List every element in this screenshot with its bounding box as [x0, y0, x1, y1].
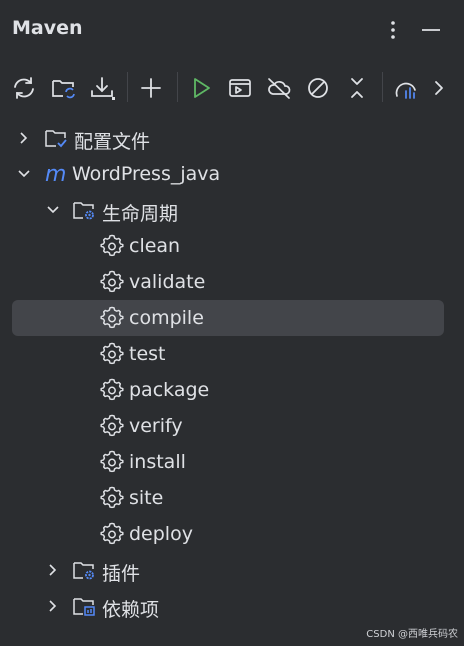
lifecycle-goal-install[interactable]: install [12, 444, 444, 480]
download-icon[interactable] [88, 74, 116, 102]
goal-label: package [129, 379, 210, 401]
gear-icon [100, 486, 124, 509]
lifecycle-goal-compile[interactable]: compile [12, 300, 444, 336]
lifecycle-goal-clean[interactable]: clean [12, 228, 444, 264]
profiles-label: 配置文件 [74, 131, 151, 153]
gear-icon [100, 414, 124, 437]
goal-label: clean [129, 235, 181, 257]
toolbar-separator [127, 72, 128, 102]
goal-label: install [129, 451, 186, 473]
chevron-right-icon[interactable] [45, 598, 61, 614]
plugins-label: 插件 [102, 563, 141, 585]
offline-icon[interactable] [265, 74, 293, 102]
tree-node-plugins[interactable]: 插件 [12, 552, 444, 588]
chevron-right-icon[interactable] [45, 562, 61, 578]
goal-label: deploy [129, 523, 193, 545]
gear-icon [100, 342, 124, 365]
gear-icon [100, 234, 124, 257]
gear-icon [100, 270, 124, 293]
lifecycle-goal-test[interactable]: test [12, 336, 444, 372]
collapse-icon[interactable] [343, 74, 371, 102]
dependencies-folder-icon [73, 598, 95, 616]
add-folder-sync-icon[interactable] [50, 74, 78, 102]
watermark: CSDN @西唯兵码农 [366, 629, 458, 640]
reload-icon[interactable] [10, 74, 38, 102]
lifecycle-goal-package[interactable]: package [12, 372, 444, 408]
execute-goal-icon[interactable] [226, 74, 254, 102]
panel-header: Maven [0, 0, 464, 60]
lifecycle-label: 生命周期 [102, 203, 179, 225]
goal-label: validate [129, 271, 206, 293]
gear-icon [100, 522, 124, 545]
skip-tests-icon[interactable] [304, 74, 332, 102]
toolbar-separator [382, 72, 383, 102]
gear-icon [100, 306, 124, 329]
goal-label: test [129, 343, 166, 365]
chevron-right-icon[interactable] [16, 130, 32, 146]
more-options-icon[interactable] [381, 18, 405, 42]
lifecycle-folder-icon [73, 202, 94, 220]
profiles-folder-icon [45, 130, 67, 148]
goal-label: site [129, 487, 164, 509]
analyze-deps-icon[interactable] [392, 74, 420, 102]
chevron-down-icon[interactable] [45, 202, 61, 218]
toolbar-separator [177, 72, 178, 102]
chevron-down-icon[interactable] [16, 166, 32, 182]
dependencies-label: 依赖项 [102, 599, 160, 621]
maven-project-icon: m [45, 162, 66, 186]
run-icon[interactable] [187, 74, 215, 102]
tree-node-dependencies[interactable]: 依赖项 [12, 588, 444, 624]
tree-node-lifecycle[interactable]: 生命周期 [12, 192, 444, 228]
goal-label: compile [129, 307, 204, 329]
plugins-folder-icon [73, 562, 94, 580]
tree-node-project[interactable]: m WordPress_java [12, 156, 444, 192]
maven-toolbar [0, 68, 464, 108]
gear-icon [100, 378, 124, 401]
lifecycle-goal-deploy[interactable]: deploy [12, 516, 444, 552]
tree-node-profiles[interactable]: 配置文件 [12, 120, 444, 156]
project-label: WordPress_java [72, 163, 221, 185]
lifecycle-goal-validate[interactable]: validate [12, 264, 444, 300]
panel-title: Maven [12, 17, 83, 39]
more-chevron-icon[interactable] [426, 74, 454, 102]
minimize-icon[interactable] [419, 18, 443, 42]
gear-icon [100, 450, 124, 473]
lifecycle-goal-site[interactable]: site [12, 480, 444, 516]
lifecycle-goal-verify[interactable]: verify [12, 408, 444, 444]
goal-label: verify [129, 415, 183, 437]
svg-text:m: m [45, 162, 66, 186]
add-icon[interactable] [137, 74, 165, 102]
